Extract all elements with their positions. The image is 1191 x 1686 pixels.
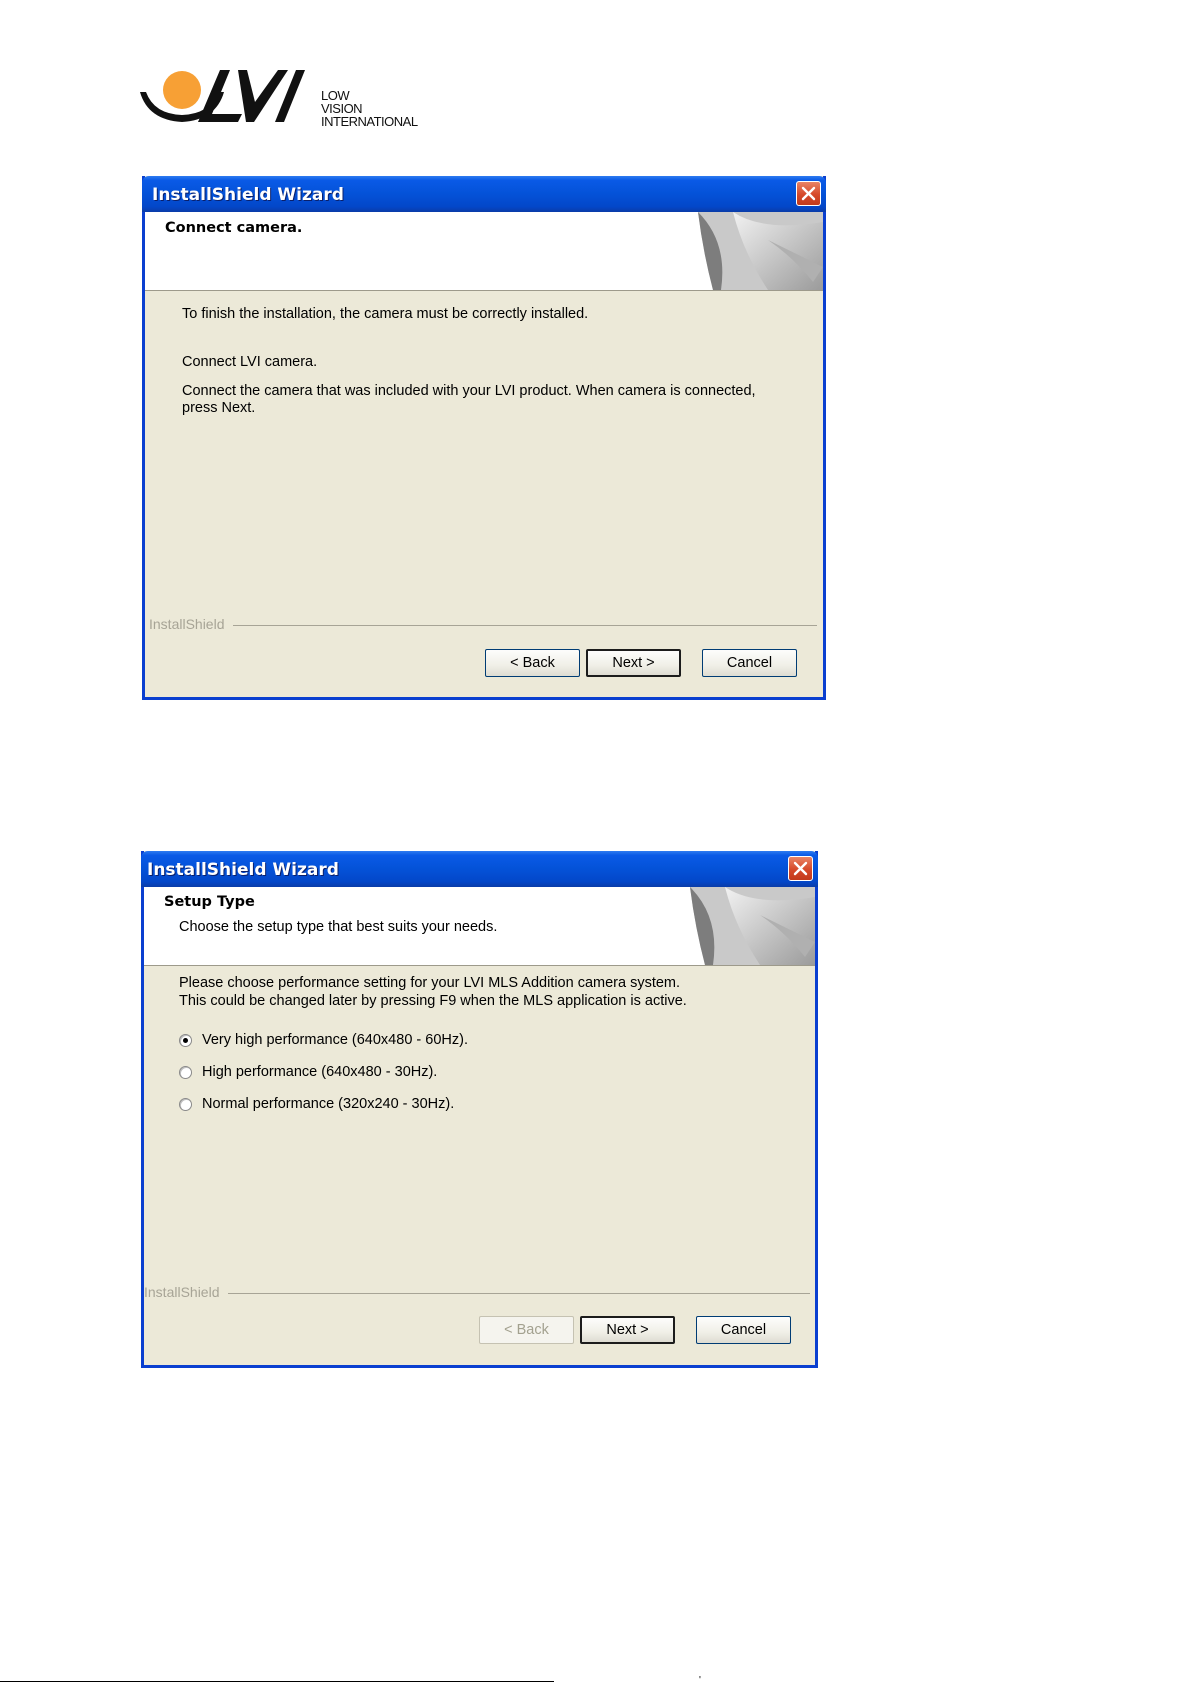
back-button[interactable]: < Back — [479, 1316, 574, 1344]
instruction-text-line2: press Next. — [182, 400, 256, 416]
intro-text: To finish the installation, the camera m… — [182, 306, 589, 322]
option-normal-label[interactable]: Normal performance (320x240 - 30Hz). — [202, 1096, 454, 1113]
instruction-text-line2: This could be changed later by pressing … — [179, 993, 687, 1009]
radio-very-high[interactable] — [179, 1034, 192, 1047]
logo-sun-icon — [163, 71, 201, 109]
logo-wordmark: LOW VISION INTERNATIONAL — [321, 89, 418, 128]
titlebar[interactable]: InstallShield Wizard — [141, 851, 818, 887]
cancel-button[interactable]: Cancel — [702, 649, 797, 677]
close-button[interactable] — [796, 181, 821, 206]
footer-mark: ' — [699, 1675, 701, 1686]
window-title: InstallShield Wizard — [147, 860, 339, 880]
installshield-brand: InstallShield — [144, 1284, 220, 1300]
radio-high[interactable] — [179, 1066, 192, 1079]
close-button[interactable] — [788, 856, 813, 881]
footer-rule — [0, 1681, 554, 1682]
wizard-header: Setup Type Choose the setup type that be… — [144, 887, 815, 966]
brand-divider — [228, 1293, 810, 1294]
lvi-logo-mark — [140, 70, 305, 122]
header-subtitle: Choose the setup type that best suits yo… — [179, 919, 498, 935]
wizard-window-connect-camera: InstallShield Wizard Connect camera. To … — [142, 176, 826, 700]
header-title: Connect camera. — [165, 220, 303, 236]
wizard-window-setup-type: InstallShield Wizard Setup Type Choose t… — [141, 851, 818, 1368]
instruction-text-line1: Please choose performance setting for yo… — [179, 975, 681, 991]
close-icon — [793, 861, 808, 876]
radio-normal[interactable] — [179, 1098, 192, 1111]
page-curl-icon — [698, 212, 823, 290]
option-very-high-label[interactable]: Very high performance (640x480 - 60Hz). — [202, 1032, 468, 1049]
next-button[interactable]: Next > — [580, 1316, 675, 1344]
instruction-text-line1: Connect the camera that was included wit… — [182, 383, 756, 399]
close-icon — [801, 186, 816, 201]
titlebar[interactable]: InstallShield Wizard — [142, 176, 826, 212]
installshield-brand: InstallShield — [149, 616, 225, 632]
lvi-logo: LOW VISION INTERNATIONAL — [138, 68, 438, 138]
header-title: Setup Type — [164, 894, 255, 910]
next-button[interactable]: Next > — [586, 649, 681, 677]
logo-line-international: INTERNATIONAL — [321, 114, 418, 129]
wizard-header: Connect camera. — [145, 212, 823, 291]
back-button[interactable]: < Back — [485, 649, 580, 677]
window-title: InstallShield Wizard — [152, 185, 344, 205]
option-high-label[interactable]: High performance (640x480 - 30Hz). — [202, 1064, 437, 1081]
connect-heading-text: Connect LVI camera. — [182, 354, 318, 370]
page-curl-icon — [690, 887, 815, 965]
cancel-button[interactable]: Cancel — [696, 1316, 791, 1344]
brand-divider — [233, 625, 817, 626]
